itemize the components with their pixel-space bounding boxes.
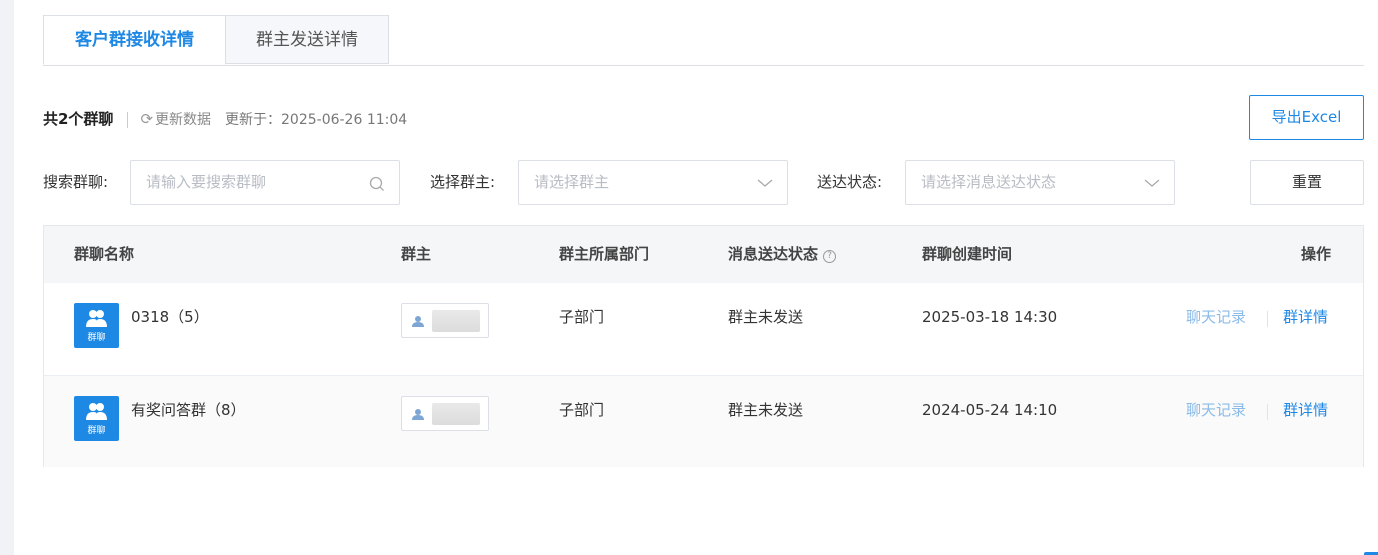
delivery-status: 群主未发送 bbox=[728, 308, 804, 326]
tab-customer-group-receive[interactable]: 客户群接收详情 bbox=[43, 15, 226, 65]
tab-owner-send[interactable]: 群主发送详情 bbox=[226, 15, 389, 64]
created-time: 2024-05-24 14:10 bbox=[922, 401, 1058, 419]
avatar-label: 群聊 bbox=[87, 333, 106, 343]
chat-record-link[interactable]: 聊天记录 bbox=[1186, 307, 1246, 327]
left-sidebar-edge bbox=[0, 0, 14, 555]
owner-chip bbox=[401, 303, 489, 338]
tab-bar: 客户群接收详情 群主发送详情 bbox=[43, 15, 1364, 66]
group-avatar-icon: 群聊 bbox=[74, 396, 119, 441]
owner-select-label: 选择群主: bbox=[430, 173, 496, 191]
refresh-label: 更新数据 bbox=[155, 112, 212, 128]
col-delivery-status: 消息送达状态? bbox=[728, 226, 837, 283]
user-icon bbox=[412, 409, 424, 420]
chevron-down-icon bbox=[757, 161, 773, 190]
table-header: 群聊名称 群主 群主所属部门 消息送达状态? 群聊创建时间 操作 bbox=[44, 226, 1363, 284]
search-group-input[interactable]: 请输入要搜索群聊 bbox=[130, 160, 400, 205]
created-time: 2025-03-18 14:30 bbox=[922, 308, 1058, 326]
owner-select-placeholder: 请选择群主 bbox=[534, 173, 610, 191]
chat-record-link[interactable]: 聊天记录 bbox=[1186, 400, 1246, 420]
col-owner: 群主 bbox=[401, 245, 432, 263]
col-group-name: 群聊名称 bbox=[74, 245, 135, 263]
table-row: 群聊 0318（5） 子部门 群主未发送 2025-03-18 14:30 聊天… bbox=[44, 283, 1363, 376]
owner-name-redacted bbox=[432, 403, 480, 425]
department: 子部门 bbox=[559, 308, 605, 326]
export-excel-button[interactable]: 导出Excel bbox=[1249, 95, 1364, 140]
group-detail-link[interactable]: 群详情 bbox=[1283, 307, 1328, 327]
table-row: 群聊 有奖问答群（8） 子部门 群主未发送 2024-05-24 14:10 聊… bbox=[44, 376, 1363, 467]
owner-chip bbox=[401, 396, 489, 431]
action-divider bbox=[1267, 311, 1268, 327]
delivery-status: 群主未发送 bbox=[728, 401, 804, 419]
search-group-placeholder: 请输入要搜索群聊 bbox=[146, 173, 267, 191]
col-actions: 操作 bbox=[1301, 245, 1332, 263]
group-count: 共2个群聊 bbox=[43, 110, 114, 128]
reset-button[interactable]: 重置 bbox=[1250, 160, 1364, 205]
status-select-label: 送达状态: bbox=[817, 173, 883, 191]
divider bbox=[127, 112, 129, 128]
status-select[interactable]: 请选择消息送达状态 bbox=[905, 160, 1175, 205]
user-icon bbox=[412, 316, 424, 327]
col-delivery-status-label: 消息送达状态 bbox=[728, 245, 819, 263]
group-table: 群聊名称 群主 群主所属部门 消息送达状态? 群聊创建时间 操作 群聊 0318… bbox=[43, 225, 1364, 467]
refresh-icon: ⟳ bbox=[140, 110, 154, 128]
owner-name-redacted bbox=[432, 310, 480, 332]
summary-bar: 共2个群聊 ⟳ 更新数据 更新于：2025-06-26 11:04 bbox=[43, 106, 407, 132]
search-icon[interactable] bbox=[369, 161, 385, 192]
col-created-time: 群聊创建时间 bbox=[922, 245, 1013, 263]
department: 子部门 bbox=[559, 401, 605, 419]
updated-time: 更新于：2025-06-26 11:04 bbox=[225, 112, 408, 128]
action-divider bbox=[1267, 404, 1268, 420]
search-group-label: 搜索群聊: bbox=[43, 173, 109, 191]
help-icon[interactable]: ? bbox=[823, 250, 837, 263]
status-select-placeholder: 请选择消息送达状态 bbox=[921, 173, 1057, 191]
avatar-label: 群聊 bbox=[87, 426, 106, 436]
group-avatar-icon: 群聊 bbox=[74, 303, 119, 348]
group-name: 0318（5） bbox=[131, 308, 209, 326]
col-department: 群主所属部门 bbox=[559, 245, 650, 263]
chevron-down-icon bbox=[1144, 161, 1160, 190]
group-detail-link[interactable]: 群详情 bbox=[1283, 400, 1328, 420]
owner-select[interactable]: 请选择群主 bbox=[518, 160, 788, 205]
refresh-button[interactable]: ⟳ 更新数据 bbox=[140, 110, 212, 128]
group-name: 有奖问答群（8） bbox=[131, 401, 246, 419]
